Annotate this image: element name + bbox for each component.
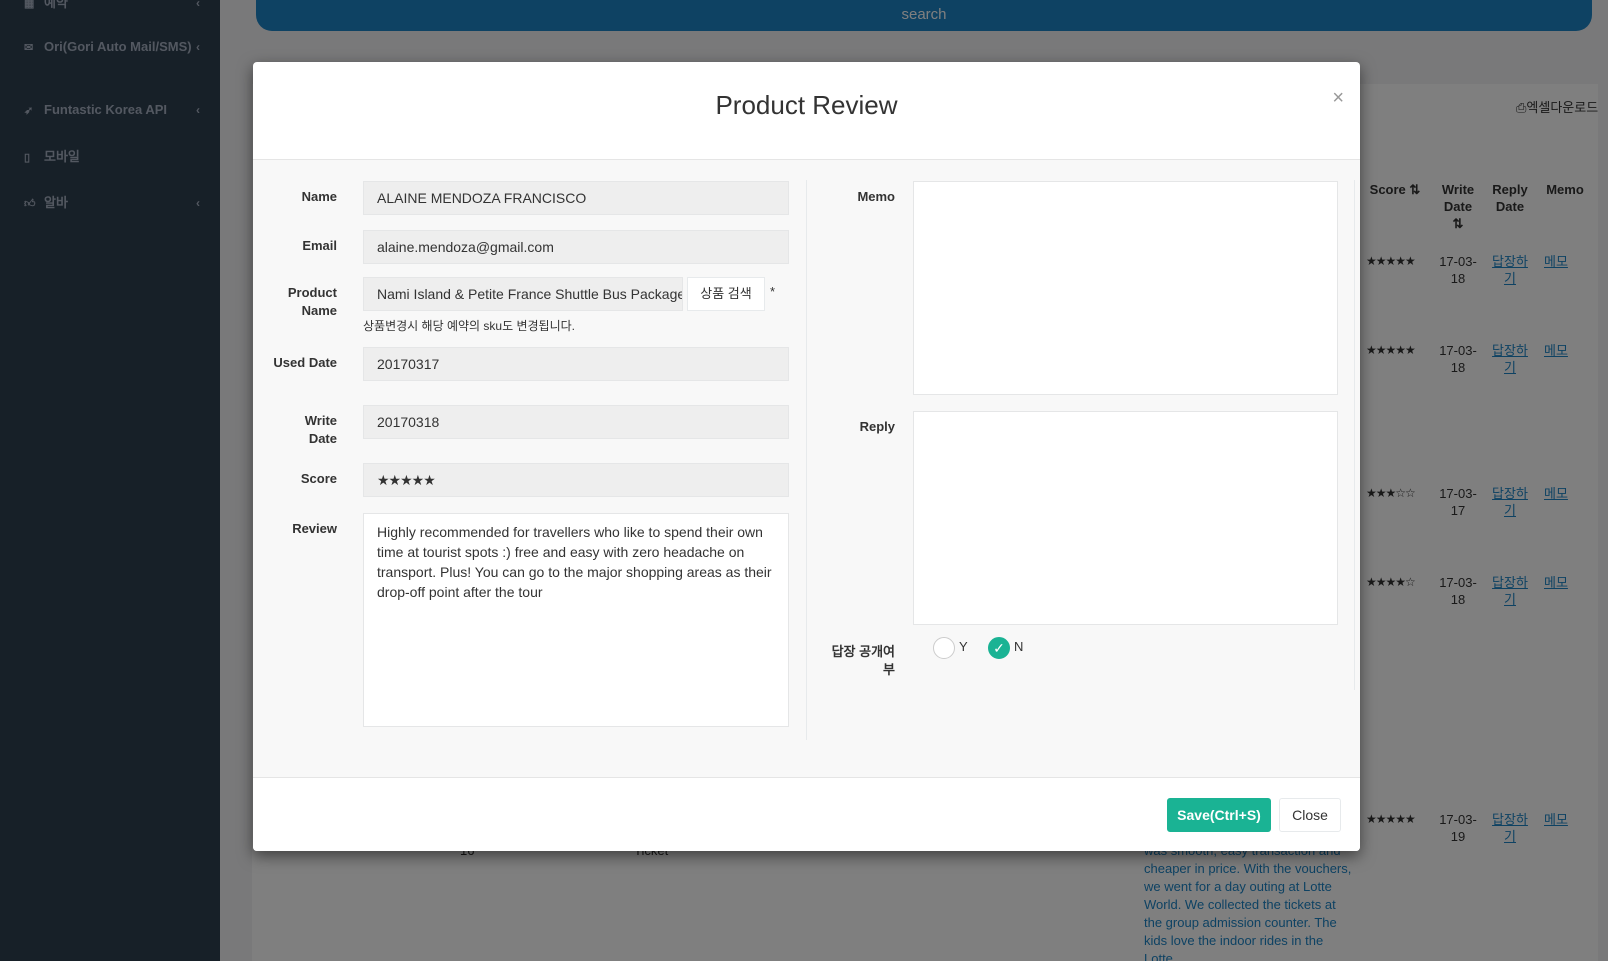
used-date-label: Used Date — [273, 355, 337, 370]
modal-footer: Save(Ctrl+S) Close — [253, 777, 1360, 851]
radio-y[interactable] — [933, 637, 955, 659]
name-label: Name — [301, 189, 337, 204]
score-field[interactable]: ★★★★★ — [363, 463, 789, 497]
memo-textarea[interactable] — [913, 181, 1338, 395]
radio-n[interactable]: ✓ — [988, 637, 1010, 659]
product-search-button[interactable]: 상품 검색 — [687, 277, 765, 311]
reply-textarea[interactable] — [913, 411, 1338, 625]
reply-label: Reply — [859, 419, 895, 434]
reply-public-label: 답장 공개여부 — [831, 644, 895, 677]
used-date-field[interactable]: 20170317 — [363, 347, 789, 381]
email-field[interactable]: alaine.mendoza@gmail.com — [363, 230, 789, 264]
review-textarea[interactable]: Highly recommended for travellers who li… — [363, 513, 789, 727]
radio-y-label[interactable]: Y — [959, 639, 968, 654]
check-icon: ✓ — [993, 640, 1005, 656]
memo-label: Memo — [857, 189, 895, 204]
modal-body: Name ALAINE MENDOZA FRANCISCO Email alai… — [253, 160, 1360, 824]
name-field[interactable]: ALAINE MENDOZA FRANCISCO — [363, 181, 789, 215]
write-date-field[interactable]: 20170318 — [363, 405, 789, 439]
close-button[interactable]: Close — [1279, 798, 1341, 832]
required-mark: * — [770, 284, 776, 299]
close-icon[interactable]: × — [1332, 88, 1344, 108]
column-divider — [806, 180, 807, 740]
email-label: Email — [302, 238, 337, 253]
product-name-field[interactable]: Nami Island & Petite France Shuttle Bus … — [363, 277, 683, 311]
product-help-text: 상품변경시 해당 예약의 sku도 변경됩니다. — [363, 319, 575, 333]
right-edge-divider — [1354, 180, 1355, 690]
product-review-modal: Product Review × Name ALAINE MENDOZA FRA… — [253, 62, 1360, 851]
modal-header: Product Review × — [253, 62, 1360, 160]
review-label: Review — [292, 521, 337, 536]
modal-title: Product Review — [715, 90, 898, 120]
save-button[interactable]: Save(Ctrl+S) — [1167, 798, 1271, 832]
radio-n-label[interactable]: N — [1014, 639, 1023, 654]
write-date-label: Write Date — [304, 413, 337, 446]
score-label: Score — [300, 471, 337, 486]
product-name-label: Product Name — [287, 285, 337, 318]
